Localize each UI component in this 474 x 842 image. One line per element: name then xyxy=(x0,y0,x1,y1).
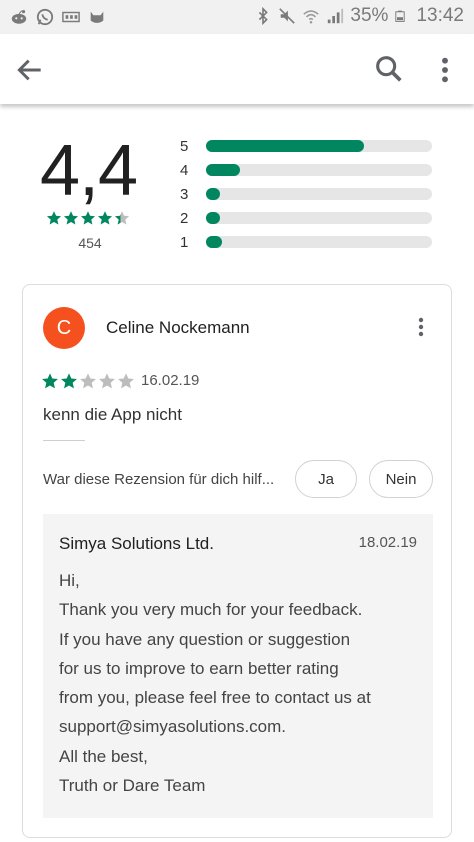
reply-line: Hi, xyxy=(59,571,80,590)
avatar[interactable]: C xyxy=(43,307,85,349)
reply-line: support@simyasolutions.com. xyxy=(59,717,287,737)
histogram-row: 1 xyxy=(180,234,434,258)
sim-icon xyxy=(62,11,80,23)
wifi-icon xyxy=(303,10,320,24)
developer-reply: Simya Solutions Ltd. 18.02.19 Hi, Thank … xyxy=(43,514,433,818)
developer-reply-date: 18.02.19 xyxy=(358,534,417,551)
histogram-label: 2 xyxy=(180,210,189,227)
reply-line: Thank you very much for your feedback. xyxy=(59,600,363,620)
status-bar-left-icons xyxy=(10,8,106,26)
divider xyxy=(43,440,85,441)
histogram-bar xyxy=(206,188,220,200)
histogram-row: 3 xyxy=(180,186,434,210)
histogram-bar xyxy=(206,212,220,224)
average-rating: 4,4 xyxy=(40,131,138,211)
star-icon xyxy=(63,211,79,225)
review-text: kenn die App nicht xyxy=(43,405,182,424)
histogram-label: 5 xyxy=(180,138,189,155)
reply-line: from you, please feel free to contact us… xyxy=(59,688,371,708)
star-icon xyxy=(46,211,62,225)
histogram-row: 4 xyxy=(180,162,434,186)
status-time: 13:42 xyxy=(416,5,464,26)
histogram-row: 2 xyxy=(180,210,434,234)
histogram-bar xyxy=(206,164,240,176)
whatsapp-icon xyxy=(36,8,54,26)
reviewer-name: Celine Nockemann xyxy=(106,318,250,337)
star-icon xyxy=(97,211,113,225)
developer-name: Simya Solutions Ltd. xyxy=(59,534,214,553)
review-card: C Celine Nockemann 16.02.19 kenn die App… xyxy=(22,284,452,838)
histogram-bar xyxy=(206,236,222,248)
cat-icon xyxy=(90,11,104,23)
battery-percent: 35% xyxy=(350,5,389,26)
histogram-bar xyxy=(206,140,365,152)
star-icon xyxy=(99,373,115,389)
star-icon xyxy=(80,373,96,389)
more-vert-icon[interactable] xyxy=(432,54,458,86)
star-icon xyxy=(80,211,96,225)
more-vert-icon[interactable] xyxy=(413,315,429,339)
histogram-label: 3 xyxy=(180,186,189,203)
review-date: 16.02.19 xyxy=(141,372,200,389)
histogram-row: 5 xyxy=(180,138,434,162)
histogram-track xyxy=(206,212,432,224)
reply-line: Truth or Dare Team xyxy=(59,776,206,796)
mute-icon xyxy=(279,8,296,24)
bluetooth-icon xyxy=(259,7,269,25)
histogram-track xyxy=(206,236,432,248)
rating-histogram: 5 4 3 2 1 xyxy=(180,138,434,258)
battery-icon xyxy=(395,10,406,22)
developer-reply-text: Hi, Thank you very much for your feedbac… xyxy=(59,566,429,800)
search-icon[interactable] xyxy=(372,52,406,86)
histogram-track xyxy=(206,188,432,200)
helpful-no-button[interactable]: Nein xyxy=(369,460,433,498)
histogram-track xyxy=(206,140,432,152)
reddit-icon xyxy=(11,9,27,24)
rating-count: 454 xyxy=(78,235,102,251)
helpful-question: War diese Rezension für dich hilf... xyxy=(43,471,275,488)
back-arrow-icon[interactable] xyxy=(14,54,46,86)
histogram-label: 4 xyxy=(180,162,189,179)
average-rating-stars xyxy=(46,210,130,226)
signal-icon xyxy=(328,8,344,24)
star-icon xyxy=(61,373,77,389)
star-icon xyxy=(42,373,58,389)
star-icon xyxy=(118,373,134,389)
histogram-track xyxy=(206,164,432,176)
review-stars xyxy=(41,372,135,390)
helpful-yes-button[interactable]: Ja xyxy=(295,460,357,498)
reply-line: If you have any question or suggestion xyxy=(59,629,351,649)
status-bar-right-icons: 35% 13:42 xyxy=(254,5,464,27)
star-icon xyxy=(114,211,130,225)
app-bar xyxy=(0,34,474,104)
status-bar: 35% 13:42 xyxy=(0,0,474,34)
histogram-label: 1 xyxy=(180,234,189,251)
reply-line: All the best, xyxy=(59,746,148,766)
reply-line: for us to improve to earn better rating xyxy=(59,658,339,678)
